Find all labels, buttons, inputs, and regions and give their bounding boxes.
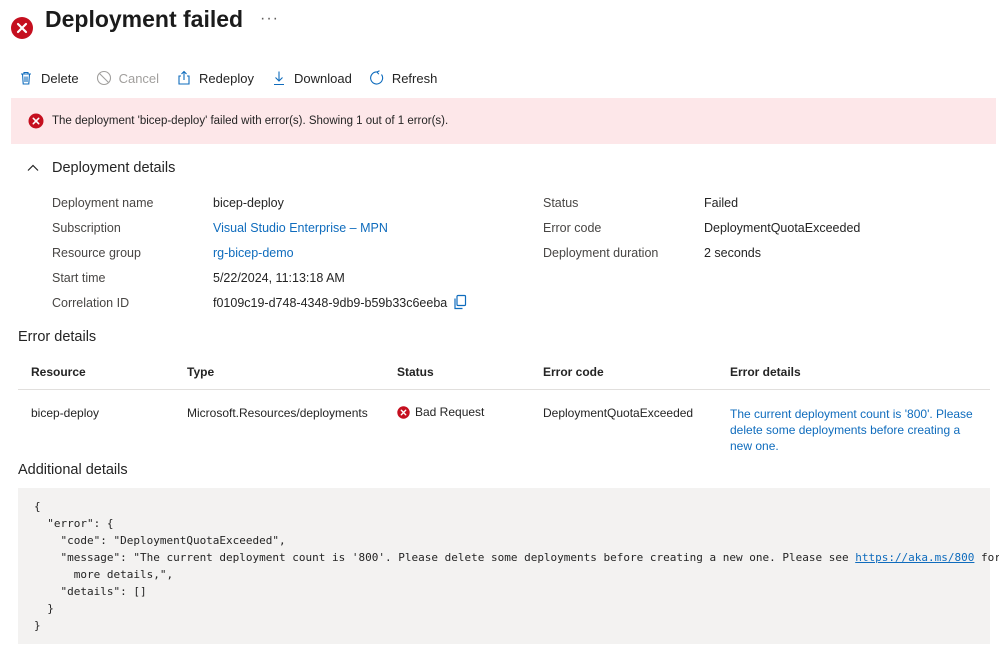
deployment-duration-value: 2 seconds (704, 246, 761, 260)
share-upload-icon (178, 70, 190, 85)
start-time-label: Start time (52, 271, 106, 285)
refresh-button[interactable]: Refresh (369, 70, 438, 86)
redeploy-button[interactable]: Redeploy (176, 70, 254, 86)
trash-icon (21, 71, 31, 85)
status-label: Status (543, 196, 579, 210)
column-header-status: Status (397, 365, 434, 379)
refresh-icon (369, 70, 383, 85)
code-line: "details": [] (34, 585, 147, 598)
error-code-value: DeploymentQuotaExceeded (704, 221, 861, 235)
aka-ms-link[interactable]: https://aka.ms/800 (855, 551, 974, 564)
download-label: Download (293, 70, 352, 86)
row-resource: bicep-deploy (31, 406, 100, 420)
correlation-id-label: Correlation ID (52, 296, 130, 310)
deployment-details-title: Deployment details (52, 160, 176, 176)
deployment-duration-label: Deployment duration (543, 246, 659, 260)
cancel-button[interactable]: Cancel (96, 70, 159, 86)
deployment-name-value: bicep-deploy (213, 196, 284, 210)
column-header-type: Type (187, 365, 215, 379)
error-details-heading: Error details (18, 329, 97, 345)
column-header-error-details: Error details (730, 365, 801, 379)
column-header-error-code: Error code (543, 365, 604, 379)
error-code-label: Error code (543, 221, 602, 235)
subscription-link[interactable]: Visual Studio Enterprise – MPN (213, 221, 388, 235)
json-code-block: { "error": { "code": "DeploymentQuotaExc… (18, 488, 999, 644)
page-title: Deployment failed (45, 6, 244, 32)
download-arrow-icon (273, 71, 284, 86)
additional-details-heading: Additional details (18, 462, 128, 478)
column-header-resource: Resource (31, 365, 86, 379)
table-header-divider (18, 389, 990, 390)
code-line: "error": { (34, 517, 114, 530)
code-line: for (974, 551, 999, 564)
error-banner-text: The deployment 'bicep-deploy' failed wit… (52, 115, 449, 127)
error-circle-icon (28, 113, 44, 129)
command-bar: Delete Cancel Redeploy Download Refresh (18, 66, 454, 90)
cancel-label: Cancel (118, 70, 160, 86)
resource-group-link[interactable]: rg-bicep-demo (213, 246, 294, 260)
subscription-label: Subscription (52, 221, 121, 235)
error-circle-icon (397, 405, 410, 419)
json-code: { "error": { "code": "DeploymentQuotaExc… (34, 498, 999, 634)
redeploy-label: Redeploy (199, 70, 254, 86)
copy-icon[interactable] (452, 294, 468, 310)
row-type: Microsoft.Resources/deployments (187, 406, 368, 420)
code-line: more details,", (34, 568, 174, 581)
more-options-button[interactable]: ··· (260, 10, 279, 28)
chevron-up-icon (27, 164, 39, 171)
cancel-circle-icon (96, 70, 111, 86)
row-status-text: Bad Request (415, 405, 485, 419)
code-line: { (34, 500, 41, 513)
error-circle-icon (11, 17, 33, 39)
download-button[interactable]: Download (271, 70, 352, 86)
status-value: Failed (704, 196, 739, 210)
code-line: } (34, 602, 54, 615)
deployment-details-toggle[interactable]: Deployment details (26, 160, 175, 176)
row-error-code: DeploymentQuotaExceeded (543, 406, 694, 420)
resource-group-label: Resource group (52, 246, 141, 260)
code-line: "code": "DeploymentQuotaExceeded", (34, 534, 286, 547)
deployment-name-label: Deployment name (52, 196, 154, 210)
delete-button[interactable]: Delete (18, 70, 79, 86)
refresh-label: Refresh (391, 70, 438, 86)
start-time-value: 5/22/2024, 11:13:18 AM (213, 271, 345, 285)
code-line: } (34, 619, 41, 632)
delete-label: Delete (41, 70, 79, 86)
error-banner: The deployment 'bicep-deploy' failed wit… (11, 98, 996, 144)
row-status: Bad Request (397, 405, 484, 419)
row-error-details-link[interactable]: The current deployment count is '800'. P… (730, 406, 980, 454)
correlation-id-value: f0109c19-d748-4348-9db9-b59b33c6eeba (213, 296, 448, 310)
code-line: "message": "The current deployment count… (34, 551, 856, 564)
